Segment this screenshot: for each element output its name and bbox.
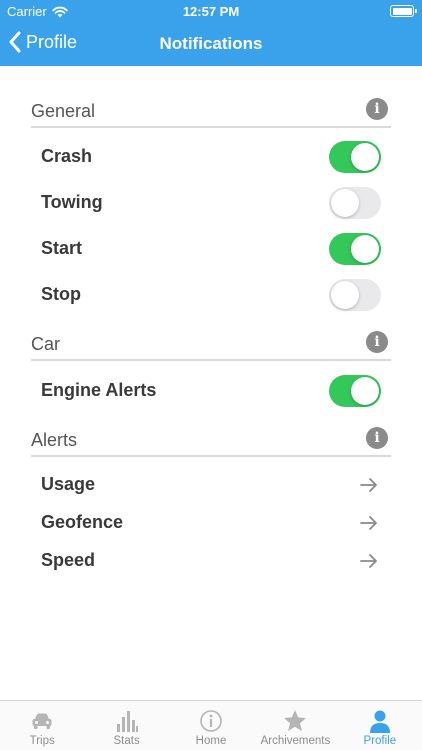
tab-trips[interactable]: Trips <box>0 701 84 750</box>
setting-label: Start <box>41 238 83 258</box>
tab-bar: Trips Stats Home Archivements Profile <box>0 700 422 750</box>
tab-profile[interactable]: Profile <box>338 701 422 750</box>
crash-toggle[interactable] <box>329 141 381 173</box>
info-icon[interactable]: i <box>366 427 388 449</box>
engine-alerts-toggle[interactable] <box>329 375 381 407</box>
page-title: Notifications <box>159 34 263 53</box>
person-icon <box>369 710 390 733</box>
setting-row-geofence[interactable]: Geofence <box>41 506 385 540</box>
section-header-alerts: Alerts i <box>31 427 391 457</box>
info-circle-icon <box>200 710 222 732</box>
setting-label: Geofence <box>41 512 124 532</box>
section-header-car: Car i <box>31 331 391 361</box>
stop-toggle[interactable] <box>329 279 381 311</box>
tab-archivements[interactable]: Archivements <box>253 701 337 750</box>
tab-stats[interactable]: Stats <box>84 701 168 750</box>
start-toggle[interactable] <box>329 233 381 265</box>
battery-icon <box>390 5 417 17</box>
arrow-right-icon[interactable] <box>359 513 379 533</box>
tab-home[interactable]: Home <box>169 701 253 750</box>
setting-row-crash: Crash <box>41 140 385 174</box>
section-header-general: General i <box>31 98 391 128</box>
star-icon <box>284 710 307 731</box>
section-title: Alerts <box>31 430 78 450</box>
setting-label: Crash <box>41 146 93 166</box>
bar-chart-icon <box>116 711 138 732</box>
setting-label: Stop <box>41 284 81 304</box>
tab-label: Home <box>195 735 227 747</box>
header: Carrier 12:57 PM Profile Notifications <box>0 0 422 66</box>
car-icon <box>32 713 52 729</box>
arrow-right-icon[interactable] <box>359 551 379 571</box>
info-icon[interactable]: i <box>366 331 388 353</box>
navigation-bar: Profile Notifications <box>0 22 422 66</box>
setting-row-speed[interactable]: Speed <box>41 544 385 578</box>
tab-label: Trips <box>29 735 55 747</box>
status-bar: Carrier 12:57 PM <box>0 0 422 22</box>
arrow-right-icon[interactable] <box>359 475 379 495</box>
setting-row-engine-alerts: Engine Alerts <box>41 374 385 408</box>
tab-label: Profile <box>363 735 397 747</box>
setting-label: Towing <box>41 192 103 212</box>
setting-label: Usage <box>41 474 96 494</box>
setting-label: Speed <box>41 550 96 570</box>
tab-label: Archivements <box>260 735 331 747</box>
section-title: Car <box>31 334 61 354</box>
setting-row-usage[interactable]: Usage <box>41 468 385 502</box>
towing-toggle[interactable] <box>329 187 381 219</box>
info-icon[interactable]: i <box>366 98 388 120</box>
setting-label: Engine Alerts <box>41 380 157 400</box>
setting-row-start: Start <box>41 232 385 266</box>
setting-row-stop: Stop <box>41 278 385 312</box>
section-title: General <box>31 101 96 121</box>
status-time: 12:57 PM <box>182 4 240 19</box>
tab-label: Stats <box>113 735 140 747</box>
setting-row-towing: Towing <box>41 186 385 220</box>
